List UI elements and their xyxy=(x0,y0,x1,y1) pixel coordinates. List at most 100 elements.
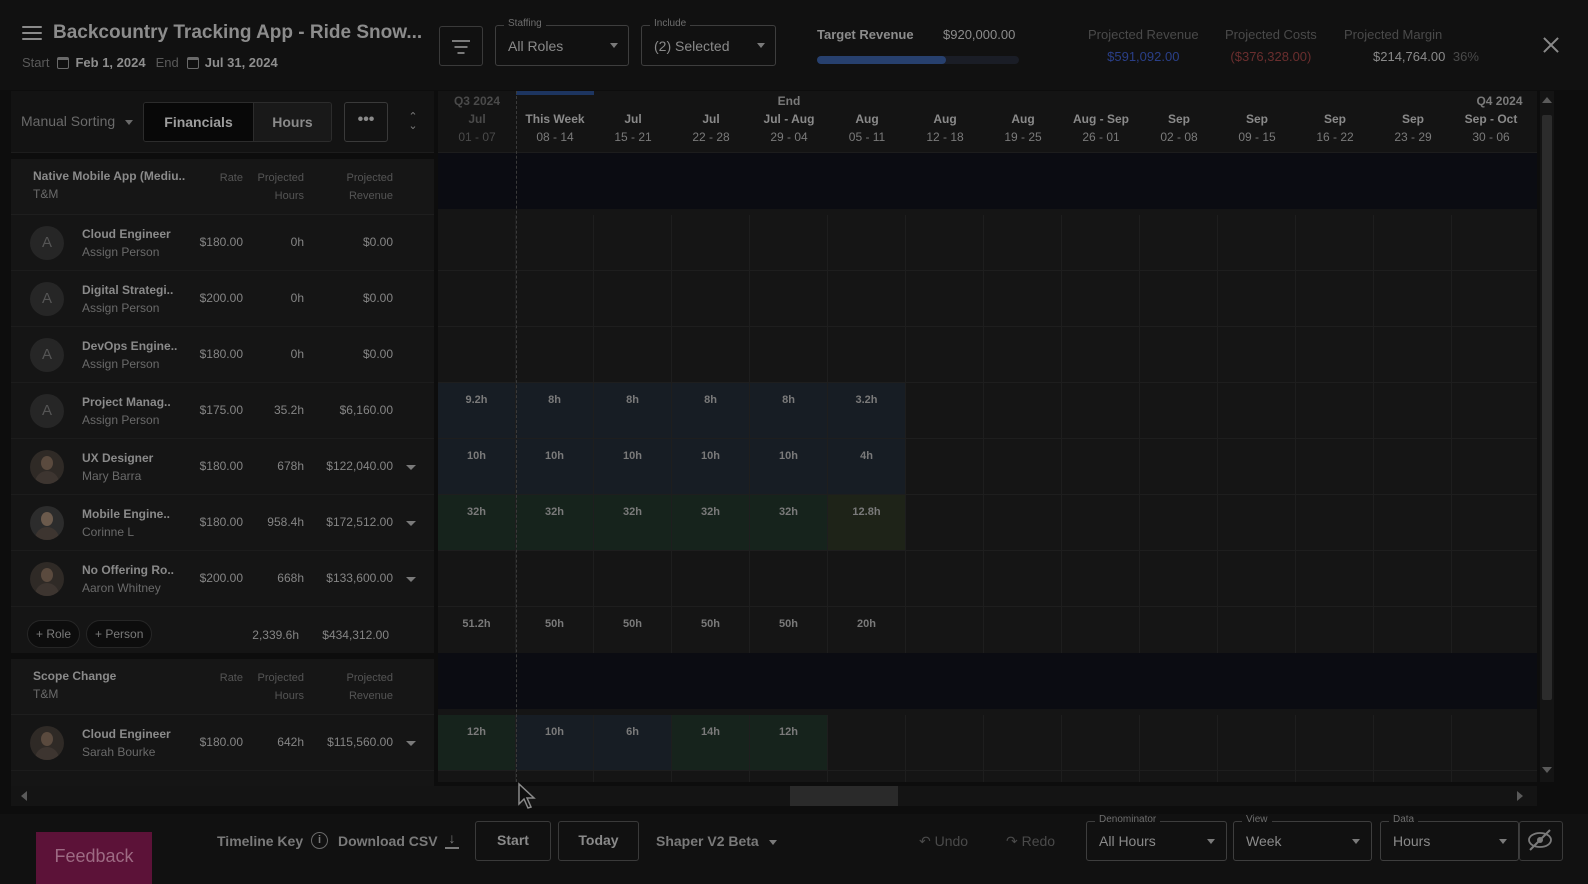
avatar[interactable] xyxy=(30,726,64,760)
vertical-scrollbar[interactable] xyxy=(1540,91,1554,782)
hours-cell[interactable]: 12h xyxy=(438,715,515,770)
hours-cell[interactable]: 3.2h xyxy=(828,383,905,438)
more-options-button[interactable]: ••• xyxy=(344,102,388,142)
chevron-down-icon[interactable] xyxy=(406,465,416,470)
download-csv-link[interactable]: Download CSV xyxy=(338,833,438,849)
avatar[interactable] xyxy=(30,562,64,596)
hours-cell[interactable]: 32h xyxy=(672,495,749,550)
data-select[interactable]: Data Hours xyxy=(1380,814,1519,861)
role-name[interactable]: Digital Strategi.. xyxy=(82,283,173,297)
avatar[interactable] xyxy=(30,450,64,484)
table-row[interactable]: A DevOps Engine.. Assign Person $180.00 0h $0… xyxy=(11,327,434,383)
table-row[interactable]: A Project Manag.. Assign Person $175.00 35.2… xyxy=(11,383,434,439)
info-icon[interactable]: i xyxy=(311,832,328,849)
role-name[interactable]: Project Manag.. xyxy=(82,395,171,409)
hours-cell[interactable]: 32h xyxy=(594,495,671,550)
chevron-down-icon[interactable] xyxy=(406,521,416,526)
avatar[interactable]: A xyxy=(30,394,64,428)
table-row[interactable]: UX Designer Mary Barra $180.00 678h $122,040… xyxy=(11,439,434,495)
person-name[interactable]: Assign Person xyxy=(82,245,159,259)
timeline-key-link[interactable]: Timeline Key xyxy=(217,833,303,849)
chevron-down-icon[interactable] xyxy=(406,741,416,746)
role-name[interactable]: Cloud Engineer xyxy=(82,727,171,741)
close-icon[interactable] xyxy=(1542,36,1560,54)
person-name[interactable]: Assign Person xyxy=(82,413,159,427)
hours-cell[interactable]: 8h xyxy=(672,383,749,438)
undo-button[interactable]: ↶ Undo xyxy=(919,833,968,850)
avatar[interactable]: A xyxy=(30,226,64,260)
table-row[interactable]: Mobile Engine.. Corinne L $180.00 958.4h $17… xyxy=(11,495,434,551)
role-name[interactable]: DevOps Engine.. xyxy=(82,339,177,353)
person-name[interactable]: Sarah Bourke xyxy=(82,745,155,759)
hours-cell[interactable]: 9.2h xyxy=(438,383,515,438)
download-icon[interactable]: ↓ xyxy=(445,831,459,849)
denominator-select[interactable]: Denominator All Hours xyxy=(1086,814,1227,861)
horizontal-scrollbar[interactable] xyxy=(11,786,1537,806)
start-button[interactable]: Start xyxy=(475,821,551,861)
hours-cell[interactable]: 10h xyxy=(438,439,515,494)
add-person-button[interactable]: + Person xyxy=(86,620,153,648)
hours-cell[interactable]: 4h xyxy=(828,439,905,494)
end-date[interactable]: Jul 31, 2024 xyxy=(205,55,278,70)
hours-cell[interactable]: 6h xyxy=(594,715,671,770)
start-date[interactable]: Feb 1, 2024 xyxy=(75,55,145,70)
person-name[interactable]: Corinne L xyxy=(82,525,134,539)
tab-financials[interactable]: Financials xyxy=(144,103,253,141)
hamburger-menu-icon[interactable] xyxy=(22,26,42,40)
person-name[interactable]: Mary Barra xyxy=(82,469,141,483)
hours-cell[interactable]: 12h xyxy=(750,715,827,770)
hours-cell[interactable]: 10h xyxy=(594,439,671,494)
projected-costs-value: ($376,328.00) xyxy=(1230,49,1312,64)
shaper-version-dropdown[interactable]: Shaper V2 Beta xyxy=(656,833,777,849)
role-name[interactable]: UX Designer xyxy=(82,451,153,465)
tab-hours[interactable]: Hours xyxy=(253,103,331,141)
role-name[interactable]: No Offering Ro.. xyxy=(82,563,174,577)
avatar[interactable]: A xyxy=(30,282,64,316)
scroll-right-icon[interactable] xyxy=(1517,791,1523,801)
person-name[interactable]: Assign Person xyxy=(82,357,159,371)
scroll-left-icon[interactable] xyxy=(21,791,27,801)
view-select[interactable]: View Week xyxy=(1233,814,1372,861)
hours-cell[interactable]: 8h xyxy=(594,383,671,438)
hide-toggle-button[interactable] xyxy=(1519,821,1563,861)
filter-button[interactable] xyxy=(439,26,483,66)
sorting-dropdown[interactable]: Manual Sorting xyxy=(21,113,134,129)
hours-cell[interactable]: 8h xyxy=(750,383,827,438)
scroll-up-icon[interactable] xyxy=(1542,97,1552,103)
hours-cell[interactable]: 10h xyxy=(516,715,593,770)
feedback-button[interactable]: Feedback xyxy=(36,832,152,884)
hours-cell[interactable]: 10h xyxy=(516,439,593,494)
hours-cell[interactable]: 32h xyxy=(516,495,593,550)
calendar-icon[interactable] xyxy=(57,56,70,69)
person-name[interactable]: Aaron Whitney xyxy=(82,581,161,595)
vertical-scroll-thumb[interactable] xyxy=(1542,115,1552,700)
hours-cell[interactable]: 8h xyxy=(516,383,593,438)
role-name[interactable]: Mobile Engine.. xyxy=(82,507,170,521)
staffing-select[interactable]: Staffing All Roles xyxy=(495,18,629,66)
today-button[interactable]: Today xyxy=(558,821,639,861)
calendar-icon[interactable] xyxy=(186,56,199,69)
table-row[interactable]: A Digital Strategi.. Assign Person $200.00 0… xyxy=(11,271,434,327)
scroll-down-icon[interactable] xyxy=(1542,767,1552,773)
hours-cell[interactable]: 10h xyxy=(672,439,749,494)
avatar[interactable] xyxy=(30,506,64,540)
hours-cell[interactable]: 32h xyxy=(750,495,827,550)
table-row[interactable]: Cloud Engineer Sarah Bourke $180.00 642h $11… xyxy=(11,715,434,771)
table-row[interactable]: No Offering Ro.. Aaron Whitney $200.00 668h… xyxy=(11,551,434,607)
table-row[interactable]: A Cloud Engineer Assign Person $180.00 0h $0.… xyxy=(11,215,434,271)
role-name[interactable]: Cloud Engineer xyxy=(82,227,171,241)
collapse-icon[interactable]: ⌃ ⌄ xyxy=(407,112,419,132)
week-column-header: Sep 09 - 15 xyxy=(1218,91,1296,153)
redo-button[interactable]: ↷ Redo xyxy=(1006,833,1055,850)
hours-cell[interactable]: 12.8h xyxy=(828,495,905,550)
chevron-down-icon[interactable] xyxy=(406,577,416,582)
hours-cell[interactable]: 32h xyxy=(438,495,515,550)
avatar[interactable]: A xyxy=(30,338,64,372)
person-name[interactable]: Assign Person xyxy=(82,301,159,315)
add-role-button[interactable]: + Role xyxy=(27,620,81,648)
hours-cell[interactable]: 10h xyxy=(750,439,827,494)
week-column-header: Aug 12 - 18 xyxy=(906,91,984,153)
horizontal-scroll-thumb[interactable] xyxy=(790,786,898,806)
include-select[interactable]: Include (2) Selected xyxy=(641,18,776,66)
hours-cell[interactable]: 14h xyxy=(672,715,749,770)
